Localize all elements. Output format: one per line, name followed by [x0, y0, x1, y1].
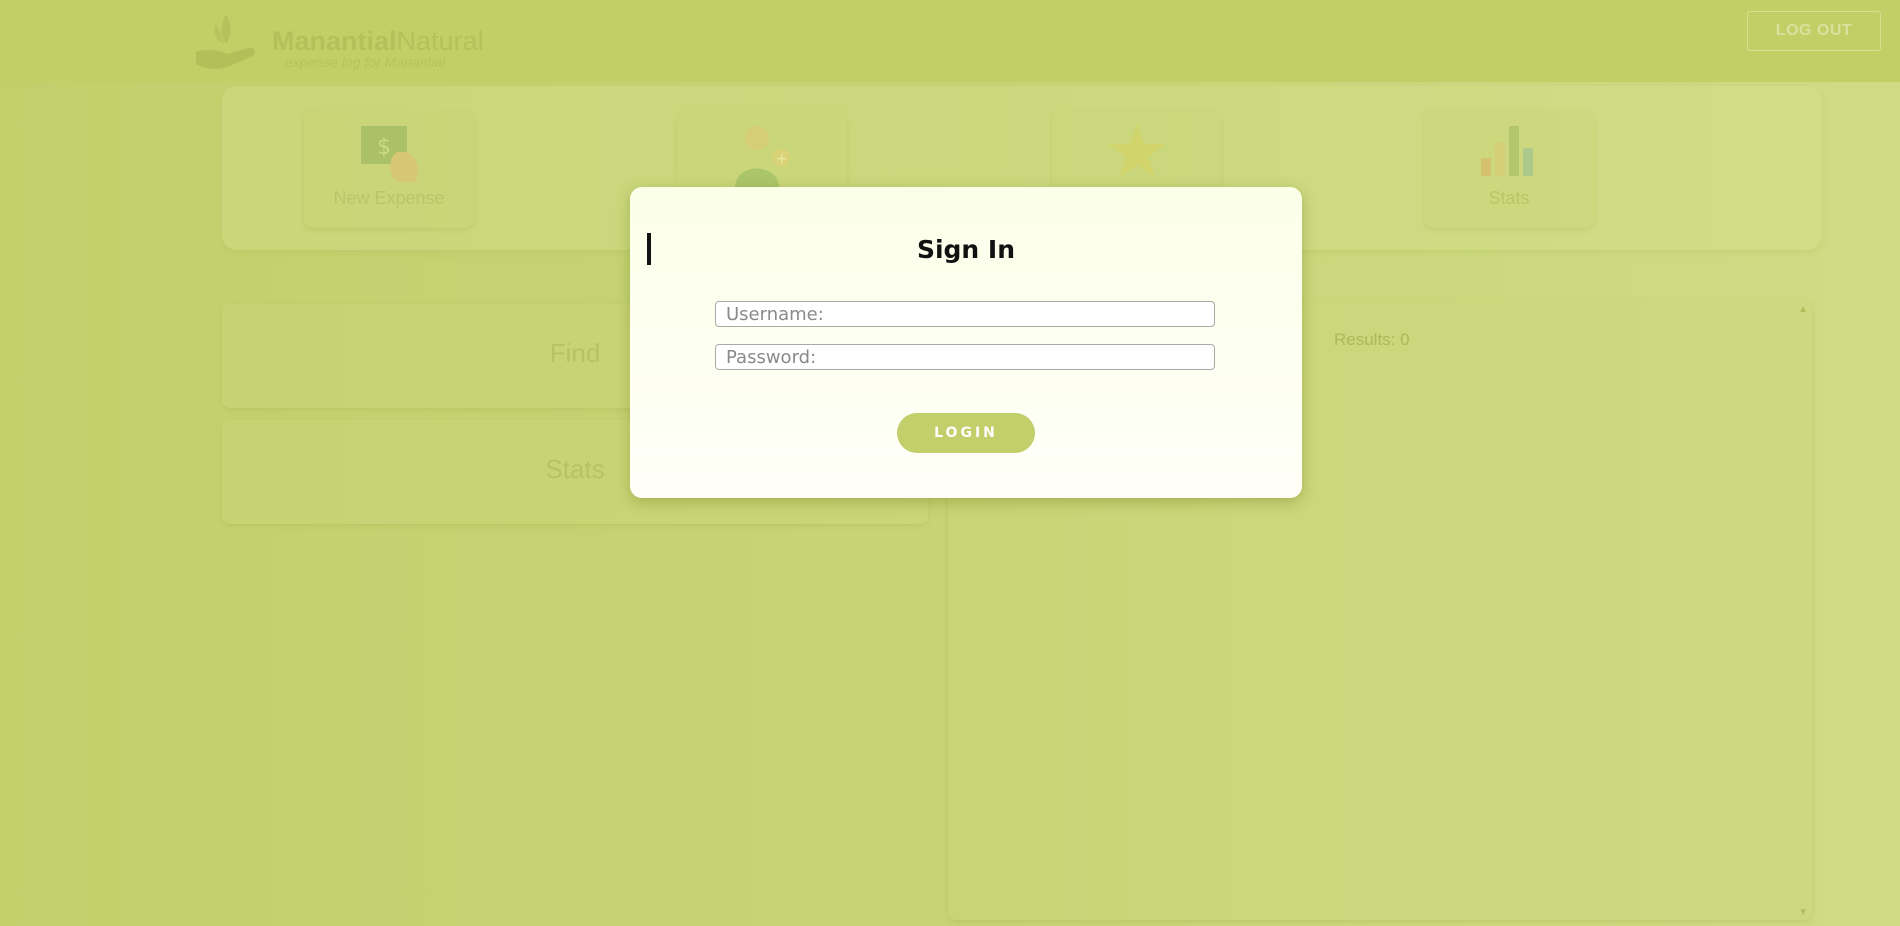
sign-in-modal: Sign In LOGIN	[630, 187, 1302, 498]
sign-in-title: Sign In	[916, 235, 1016, 264]
password-input[interactable]	[715, 344, 1215, 370]
username-input[interactable]	[715, 301, 1215, 327]
login-button[interactable]: LOGIN	[897, 413, 1035, 453]
